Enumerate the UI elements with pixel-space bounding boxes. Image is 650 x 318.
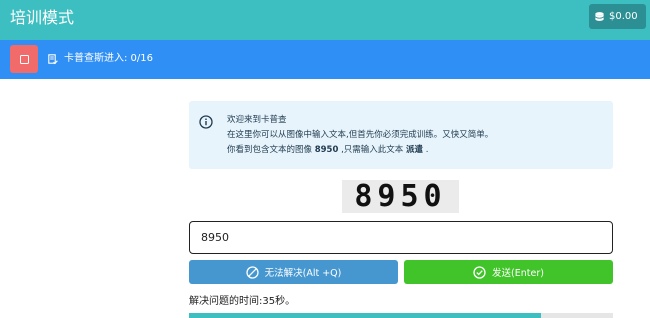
send-button[interactable]: 发送(Enter) [404,260,613,284]
captcha-answer-input[interactable] [189,221,613,254]
balance-amount: $0.00 [609,11,638,22]
cannot-solve-button[interactable]: 无法解决(Alt +Q) [189,260,398,284]
welcome-alert: 欢迎来到卡普查 在这里你可以从图像中输入文本,但首先你必须完成训练。又快又简单。… [189,101,613,169]
captcha-progress-text: 卡普查斯进入: 0/16 [64,53,154,64]
alert-example-action: 派遣 [406,145,424,155]
captcha-image-text: 8950 [354,179,447,214]
solve-timer: 解决问题的时间:35秒。 [189,296,296,307]
timer-progress-bar [189,313,613,318]
cannot-solve-label: 无法解决(Alt +Q) [264,268,342,279]
prohibited-icon [245,265,259,279]
top-bar: 培训模式 $0.00 [0,0,650,40]
alert-example-suffix: . [425,145,429,155]
checklist-icon [48,53,58,64]
captcha-image: 8950 [342,180,459,213]
app-title: 培训模式 [10,8,75,27]
coins-icon [595,12,604,21]
info-icon [199,115,213,129]
stop-icon [19,54,29,64]
alert-example-middle: ,只需输入此文本 [341,145,404,155]
check-circle-icon [473,265,486,279]
alert-line-welcome: 欢迎来到卡普查 [227,115,287,125]
alert-line-example: 你看到包含文本的图像 8950 ,只需输入此文本 派遣 . [227,143,493,158]
alert-line-instructions: 在这里你可以从图像中输入文本,但首先你必须完成训练。又快又简单。 [227,130,494,140]
progress-bar-header: 卡普查斯进入: 0/16 [0,40,650,79]
alert-example-prefix: 你看到包含文本的图像 [227,145,313,155]
balance-button[interactable]: $0.00 [589,4,646,29]
send-label: 发送(Enter) [492,268,544,279]
timer-progress-fill [189,313,541,318]
alert-example-value: 8950 [314,145,339,155]
progress-indicator: 卡普查斯进入: 0/16 [48,52,153,66]
stop-button[interactable] [10,45,38,73]
alert-text: 欢迎来到卡普查 在这里你可以从图像中输入文本,但首先你必须完成训练。又快又简单。… [227,113,493,158]
